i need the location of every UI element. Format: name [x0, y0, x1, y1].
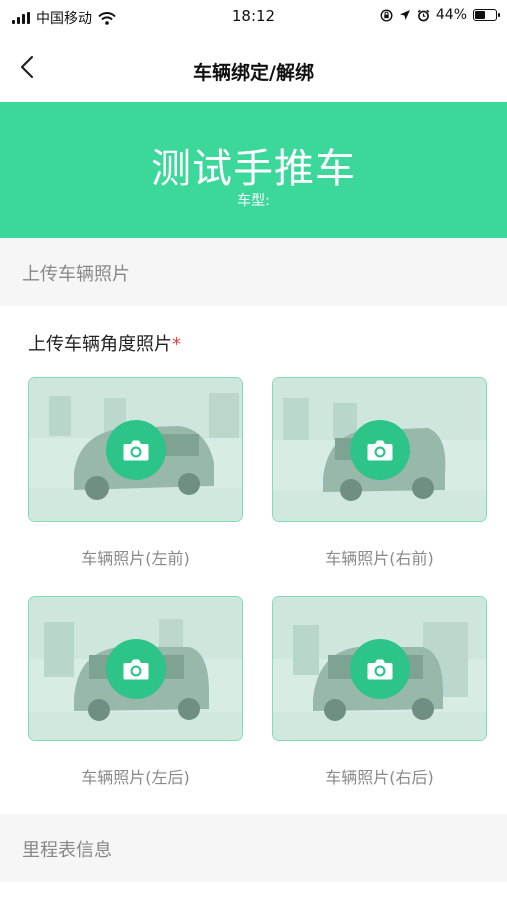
vehicle-banner: 测试手推车 车型:: [0, 102, 507, 238]
photo-caption-left-front: 车辆照片(左前): [81, 549, 190, 568]
battery-icon: [473, 9, 500, 21]
vehicle-name: 测试手推车: [151, 146, 356, 192]
vehicle-type-label: 车型:: [237, 193, 270, 209]
camera-icon: [123, 440, 149, 461]
status-right: 44%: [380, 7, 500, 23]
photo-upload-right-rear[interactable]: [272, 596, 487, 741]
photo-caption-left-rear: 车辆照片(左后): [81, 768, 190, 787]
photo-caption-right-rear: 车辆照片(右后): [325, 768, 434, 787]
camera-icon: [367, 659, 393, 680]
page-title: 车辆绑定/解绑: [193, 62, 314, 84]
photo-upload-right-front[interactable]: [272, 377, 487, 522]
required-mark: *: [172, 334, 181, 355]
navigation-bar: 车辆绑定/解绑: [0, 34, 507, 102]
camera-icon: [123, 659, 149, 680]
battery-percent: 44%: [435, 7, 467, 23]
upload-section-header: 上传车辆照片: [0, 238, 507, 306]
photo-upload-left-front[interactable]: [28, 377, 243, 522]
camera-button[interactable]: [350, 420, 410, 480]
location-arrow-icon: [399, 10, 410, 20]
upload-angle-label: 上传车辆角度照片*: [28, 330, 181, 356]
upload-section-title: 上传车辆照片: [22, 264, 130, 285]
camera-icon: [367, 440, 393, 461]
photo-upload-left-rear[interactable]: [28, 596, 243, 741]
camera-button[interactable]: [106, 420, 166, 480]
status-bar: 中国移动 18:12 44%: [0, 0, 507, 34]
photo-caption-right-front: 车辆照片(右前): [325, 549, 434, 568]
alarm-icon: [417, 9, 430, 21]
battery-level-fill: [475, 11, 485, 19]
odometer-section-title: 里程表信息: [22, 840, 112, 861]
camera-button[interactable]: [350, 639, 410, 699]
camera-button[interactable]: [106, 639, 166, 699]
upload-angle-label-text: 上传车辆角度照片: [28, 334, 172, 355]
orientation-lock-icon: [380, 8, 393, 22]
odometer-section-header[interactable]: 里程表信息: [0, 814, 507, 882]
